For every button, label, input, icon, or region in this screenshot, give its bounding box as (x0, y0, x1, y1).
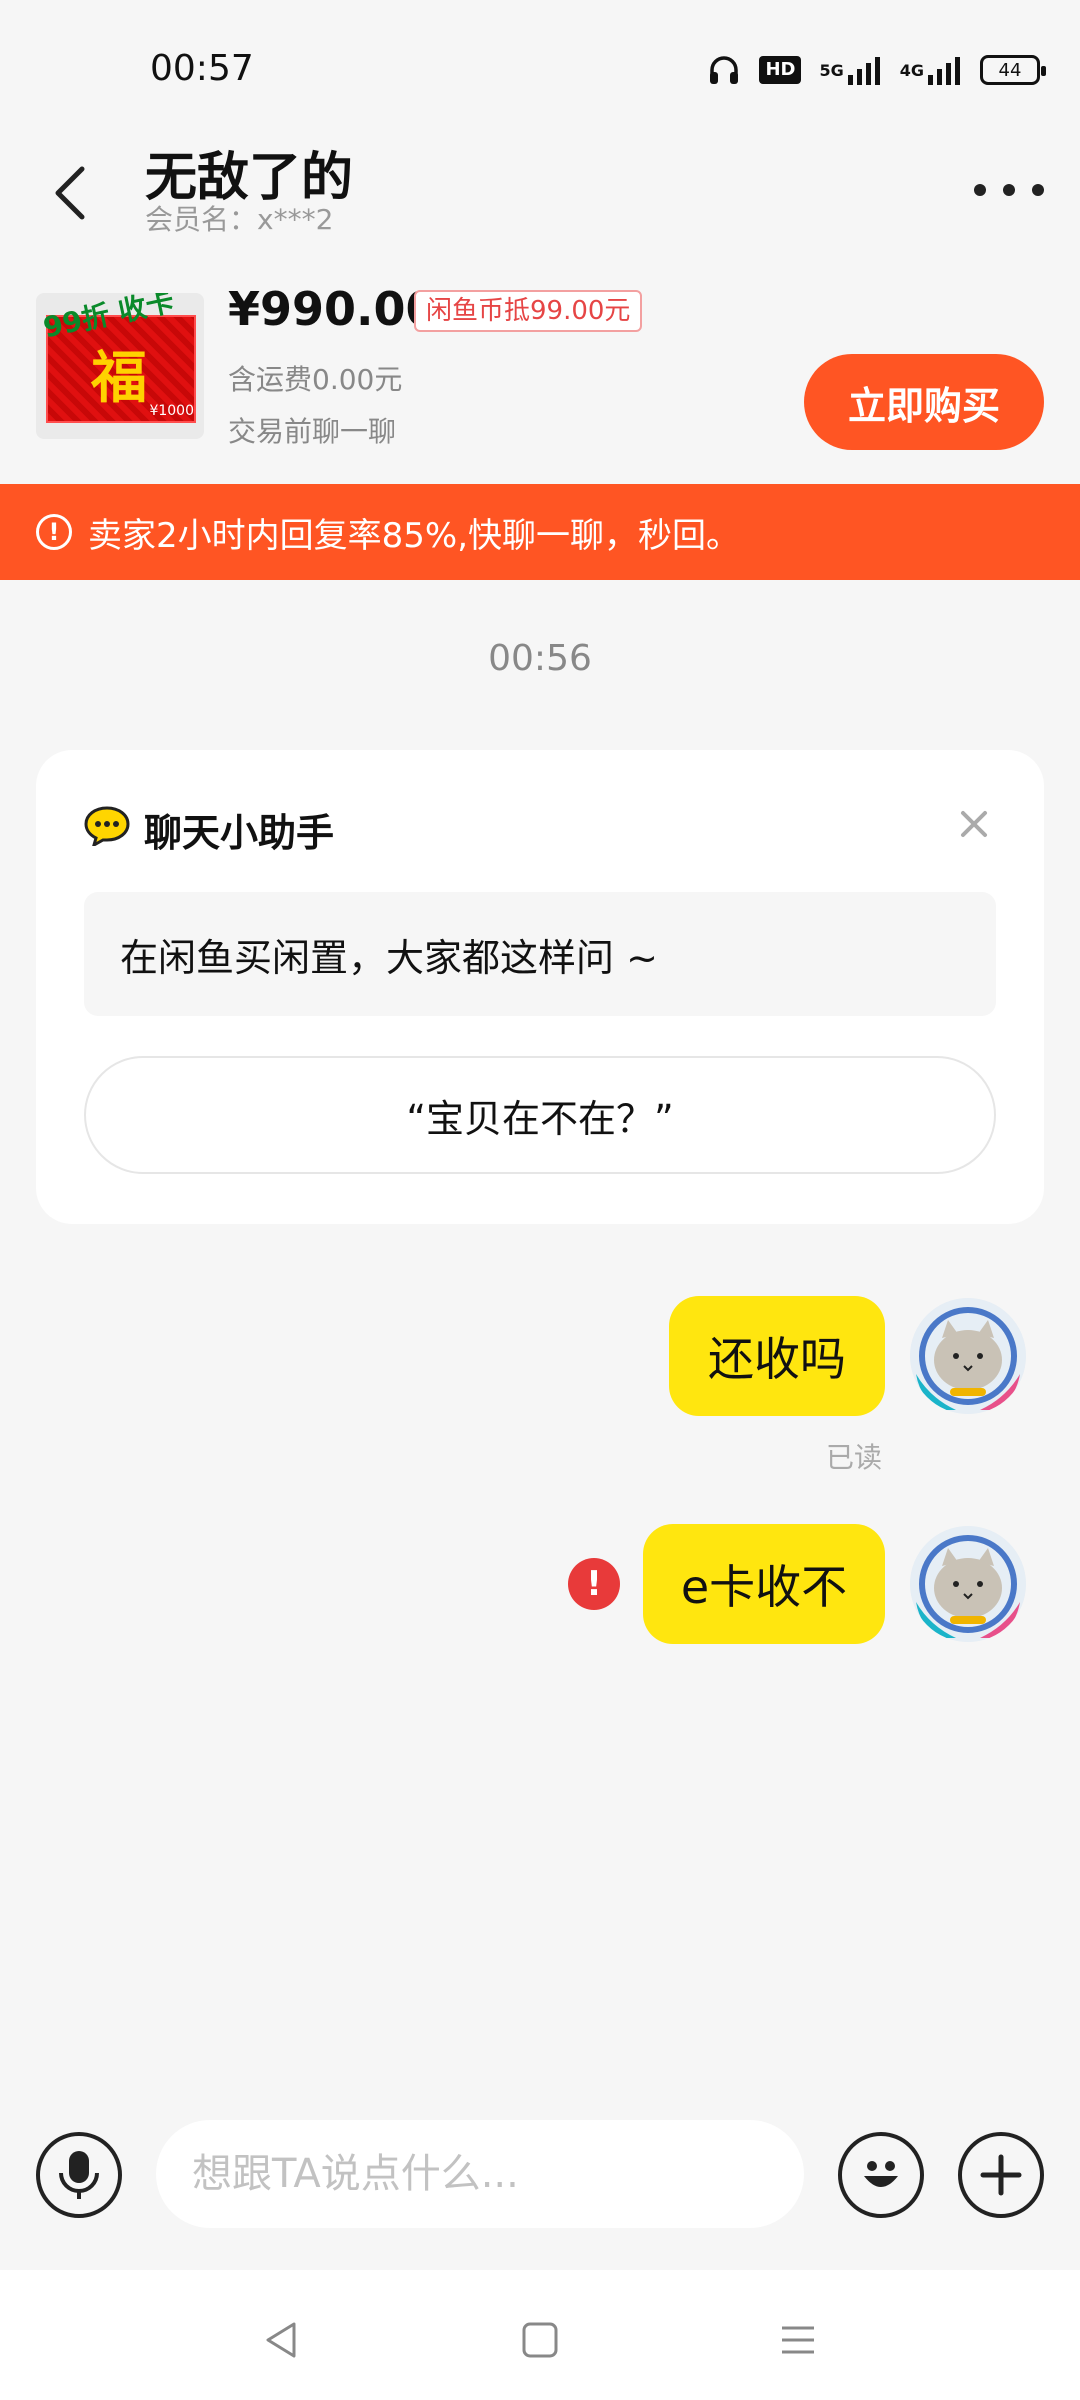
add-button[interactable] (958, 2132, 1044, 2218)
close-icon (961, 811, 987, 837)
avatar[interactable] (910, 1526, 1026, 1642)
message-input[interactable] (156, 2120, 804, 2228)
nav-home-icon (522, 2322, 558, 2358)
nav-menu-icon (782, 2326, 814, 2354)
shipping-fee: 含运费0.00元 (228, 363, 403, 396)
nav-home-button[interactable] (510, 2310, 570, 2370)
nav-back-icon (266, 2322, 296, 2358)
product-image-amount: ¥1000 (149, 403, 194, 419)
status-icons: HD 5G 4G 44 (707, 50, 1046, 90)
system-nav-bar (0, 2270, 1080, 2400)
battery-icon: 44 (980, 55, 1046, 85)
product-image[interactable]: 福 99折 收卡 ¥1000 (36, 293, 204, 439)
more-icon-dot (1032, 184, 1044, 196)
input-bar (0, 2116, 1080, 2236)
more-button[interactable] (974, 170, 1044, 210)
chat-bubble-icon (84, 806, 130, 846)
mic-icon (59, 2151, 99, 2199)
nav-back-button[interactable] (252, 2310, 312, 2370)
network-4g-label: 4G (899, 60, 924, 80)
nav-menu-button[interactable] (768, 2310, 828, 2370)
back-arrow-icon (55, 166, 85, 220)
response-rate-banner: ! 卖家2小时内回复率85%,快聊一聊，秒回。 (0, 484, 1080, 580)
avatar[interactable] (910, 1298, 1026, 1414)
more-icon-dot (1003, 184, 1015, 196)
avatar-cat-image (910, 1298, 1026, 1414)
status-time: 00:57 (150, 48, 254, 89)
chat-header: 无敌了的 会员名：x***2 (0, 130, 1080, 260)
headphones-icon (707, 53, 741, 87)
coin-discount-badge: 闲鱼币抵99.00元 (414, 290, 643, 332)
close-button[interactable] (952, 802, 996, 846)
emoji-icon (864, 2161, 898, 2187)
read-status: 已读 (826, 1441, 883, 1474)
assistant-hint: 在闲鱼买闲置，大家都这样问 ~ (84, 892, 996, 1016)
product-price: ¥990.00 (228, 282, 438, 336)
chat-timestamp: 00:56 (488, 638, 592, 679)
member-name: 会员名：x***2 (145, 203, 334, 236)
voice-button[interactable] (36, 2132, 122, 2218)
network-5g-label: 5G (819, 60, 844, 80)
quick-question-button[interactable]: “宝贝在不在？” (84, 1056, 996, 1174)
signal-4g-icon: 4G (900, 55, 962, 85)
product-image-char: 福 (91, 345, 147, 411)
message-bubble[interactable]: 还收吗 (669, 1296, 885, 1416)
hd-badge: HD (759, 56, 802, 84)
chat-assistant-card: 聊天小助手 在闲鱼买闲置，大家都这样问 ~ “宝贝在不在？” (36, 750, 1044, 1224)
back-button[interactable] (40, 148, 100, 238)
alert-icon: ! (36, 514, 72, 550)
buy-now-button[interactable]: 立即购买 (804, 354, 1044, 450)
plus-icon (980, 2154, 1022, 2196)
message-bubble[interactable]: e卡收不 (643, 1524, 885, 1644)
status-bar: 00:57 HD 5G 4G 44 (0, 0, 1080, 140)
emoji-button[interactable] (838, 2132, 924, 2218)
signal-5g-icon: 5G (819, 55, 881, 85)
chat-before-trade: 交易前聊一聊 (228, 415, 397, 448)
assistant-title: 聊天小助手 (144, 811, 335, 855)
avatar-cat-image (910, 1526, 1026, 1642)
product-card[interactable]: 福 99折 收卡 ¥1000 ¥990.00 闲鱼币抵99.00元 含运费0.0… (0, 270, 1080, 480)
more-icon-dot (974, 184, 986, 196)
error-icon[interactable]: ! (568, 1558, 620, 1610)
banner-text: 卖家2小时内回复率85%,快聊一聊，秒回。 (88, 515, 741, 556)
